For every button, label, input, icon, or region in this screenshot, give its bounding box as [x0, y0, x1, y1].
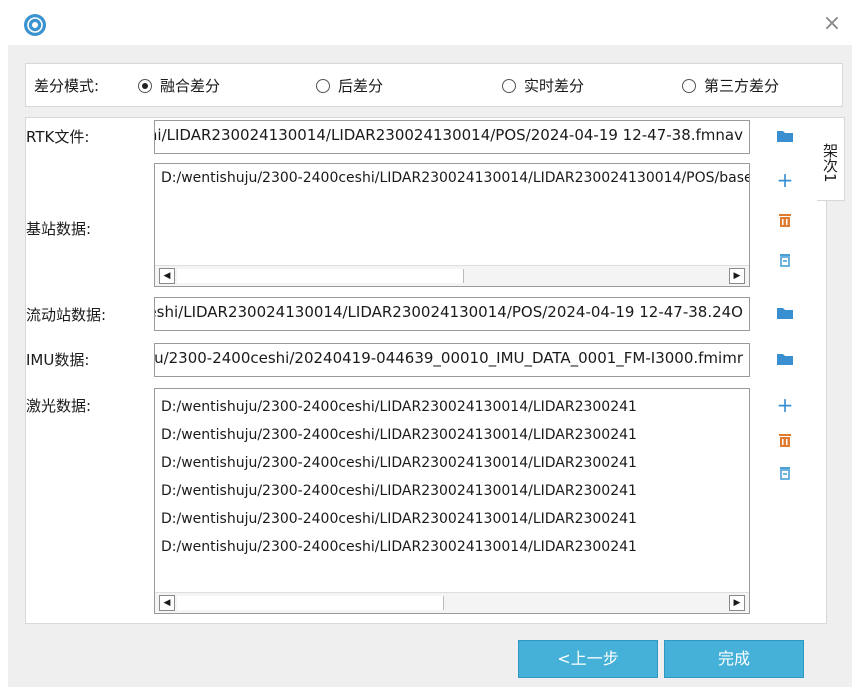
trash-icon[interactable]: [776, 211, 794, 229]
scroll-right-icon[interactable]: ▶: [729, 268, 745, 284]
folder-icon[interactable]: [776, 304, 794, 322]
close-button[interactable]: ×: [820, 12, 844, 36]
diff-mode-row: 差分模式: 融合差分 后差分 实时差分 第三方差分: [25, 63, 843, 107]
radio-label: 后差分: [338, 77, 384, 95]
radio-label: 实时差分: [524, 77, 585, 95]
rtk-file-field[interactable]: D:/wentishuju/2300-2400ceshi/LIDAR230024…: [154, 120, 750, 154]
scroll-left-icon[interactable]: ◀: [159, 595, 175, 611]
radio-dot-icon: [682, 78, 696, 93]
clear-icon[interactable]: [776, 464, 794, 482]
radio-realtime-diff[interactable]: 实时差分: [502, 75, 584, 96]
list-item[interactable]: D:/wentishuju/2300-2400ceshi/LIDAR230024…: [155, 421, 749, 449]
window-title: 新建工程: [56, 18, 125, 37]
imu-data-field[interactable]: D:/wentishuju/2300-2400ceshi/20240419-04…: [154, 343, 750, 377]
scroll-thumb[interactable]: [177, 269, 464, 283]
trash-icon[interactable]: [776, 431, 794, 449]
radio-label: 融合差分: [160, 77, 221, 95]
folder-icon[interactable]: [776, 350, 794, 368]
horizontal-scrollbar[interactable]: ◀ ▶: [155, 265, 749, 286]
radio-label: 第三方差分: [704, 77, 780, 95]
finish-button[interactable]: 完成: [664, 640, 804, 678]
diff-mode-label: 差分模式:: [34, 77, 100, 95]
prev-step-button[interactable]: <上一步: [518, 640, 658, 678]
tab-sortie-1[interactable]: 架次1: [817, 117, 845, 201]
list-item[interactable]: D:/wentishuju/2300-2400ceshi/LIDAR230024…: [155, 477, 749, 505]
scroll-right-icon[interactable]: ▶: [729, 595, 745, 611]
imu-data-value: D:/wentishuju/2300-2400ceshi/20240419-04…: [154, 349, 743, 367]
clear-icon[interactable]: [776, 251, 794, 269]
rover-data-field[interactable]: D:/wentishuju/2300-2400ceshi/LIDAR230024…: [154, 297, 750, 331]
base-station-label: 基站数据:: [26, 220, 92, 238]
add-icon[interactable]: +: [776, 395, 794, 415]
rtk-file-label: RTK文件:: [26, 128, 90, 146]
radio-dot-icon: [138, 78, 152, 93]
base-station-list[interactable]: D:/wentishuju/2300-2400ceshi/LIDAR230024…: [154, 163, 750, 287]
radio-dot-icon: [316, 78, 330, 93]
list-item[interactable]: D:/wentishuju/2300-2400ceshi/LIDAR230024…: [155, 164, 749, 192]
laser-data-label: 激光数据:: [26, 397, 92, 415]
folder-icon[interactable]: [776, 127, 794, 145]
radio-third-party-diff[interactable]: 第三方差分: [682, 75, 779, 96]
radio-dot-icon: [502, 78, 516, 93]
rover-data-value: D:/wentishuju/2300-2400ceshi/LIDAR230024…: [155, 303, 743, 321]
laser-data-list[interactable]: D:/wentishuju/2300-2400ceshi/LIDAR230024…: [154, 388, 750, 614]
list-item[interactable]: D:/wentishuju/2300-2400ceshi/LIDAR230024…: [155, 533, 749, 561]
list-item[interactable]: D:/wentishuju/2300-2400ceshi/LIDAR230024…: [155, 449, 749, 477]
list-item[interactable]: D:/wentishuju/2300-2400ceshi/LIDAR230024…: [155, 393, 749, 421]
title-bar: 新建工程 ×: [8, 5, 852, 45]
rtk-file-value: D:/wentishuju/2300-2400ceshi/LIDAR230024…: [155, 126, 743, 144]
scroll-left-icon[interactable]: ◀: [159, 268, 175, 284]
new-project-dialog: 新建工程 × 差分模式: 融合差分 后差分 实时差分 第三方差分 架次1 RTK…: [8, 5, 852, 687]
add-icon[interactable]: +: [776, 170, 794, 190]
radio-post-diff[interactable]: 后差分: [316, 75, 383, 96]
list-item[interactable]: D:/wentishuju/2300-2400ceshi/LIDAR230024…: [155, 505, 749, 533]
radio-fusion-diff[interactable]: 融合差分: [138, 75, 220, 96]
scroll-thumb[interactable]: [177, 596, 444, 610]
horizontal-scrollbar[interactable]: ◀ ▶: [155, 592, 749, 613]
imu-data-label: IMU数据:: [26, 351, 90, 369]
app-logo-icon: [24, 14, 46, 36]
rover-data-label: 流动站数据:: [26, 306, 107, 324]
